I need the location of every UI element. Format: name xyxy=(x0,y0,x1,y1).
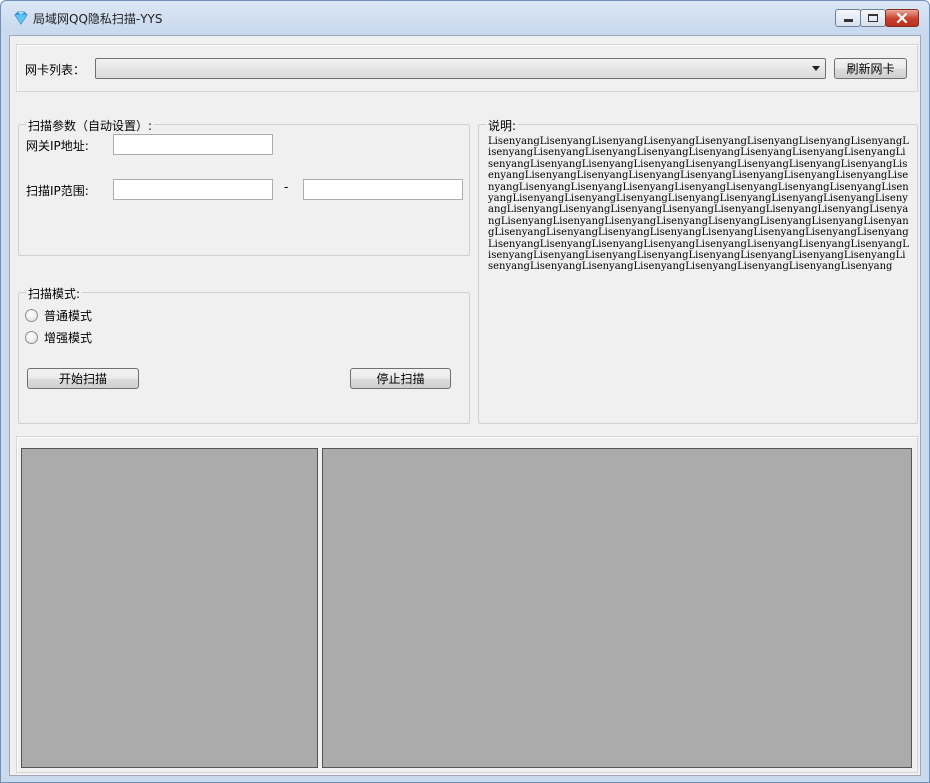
host-list-pane[interactable] xyxy=(21,448,318,768)
results-panel xyxy=(16,436,918,773)
scan-range-label: 扫描IP范围: xyxy=(26,184,89,198)
description-title: 说明: xyxy=(486,117,519,134)
gateway-label: 网关IP地址: xyxy=(26,139,89,153)
client-area: 网卡列表： 刷新网卡 扫描参数（自动设置）: 网关IP地址: 扫描IP范围: -… xyxy=(9,35,921,776)
maximize-icon xyxy=(868,14,878,22)
range-start-input[interactable] xyxy=(113,179,273,200)
refresh-adapter-button[interactable]: 刷新网卡 xyxy=(834,58,907,79)
radio-normal-label: 普通模式 xyxy=(44,309,93,323)
app-window: 局域网QQ隐私扫描-YYS 网卡列表： 刷新网卡 扫描参数（自动设置）: 网关I… xyxy=(0,0,930,783)
title-bar[interactable]: 局域网QQ隐私扫描-YYS xyxy=(1,1,929,35)
scan-mode-title: 扫描模式: xyxy=(26,285,83,302)
range-separator: - xyxy=(284,180,289,194)
range-end-input[interactable] xyxy=(303,179,463,200)
adapter-label: 网卡列表： xyxy=(25,63,86,77)
close-button[interactable] xyxy=(885,9,919,27)
diamond-icon xyxy=(14,11,28,25)
scan-params-title: 扫描参数（自动设置）: xyxy=(26,117,155,134)
radio-normal-mode[interactable]: 普通模式 xyxy=(25,307,92,324)
adapter-panel: 网卡列表： 刷新网卡 xyxy=(16,44,918,92)
description-text: LisenyangLisenyangLisenyangLisenyangLise… xyxy=(488,136,909,273)
radio-circle-icon xyxy=(25,309,38,322)
gateway-ip-input[interactable] xyxy=(113,134,273,155)
window-title: 局域网QQ隐私扫描-YYS xyxy=(33,12,163,26)
radio-circle-icon xyxy=(25,331,38,344)
scan-params-group: 扫描参数（自动设置）: 网关IP地址: 扫描IP范围: - xyxy=(18,117,470,256)
radio-enhanced-label: 增强模式 xyxy=(44,331,93,345)
caption-buttons xyxy=(835,9,919,27)
minimize-icon xyxy=(843,19,853,22)
minimize-button[interactable] xyxy=(835,9,861,27)
result-detail-pane[interactable] xyxy=(322,448,912,768)
radio-enhanced-mode[interactable]: 增强模式 xyxy=(25,329,92,346)
scan-mode-group: 扫描模式: 普通模式 增强模式 开始扫描 停止扫描 xyxy=(18,285,470,424)
close-icon xyxy=(896,13,908,23)
stop-scan-button[interactable]: 停止扫描 xyxy=(350,368,451,389)
maximize-button[interactable] xyxy=(860,9,886,27)
adapter-combobox[interactable] xyxy=(95,58,826,79)
chevron-down-icon xyxy=(812,66,820,71)
start-scan-button[interactable]: 开始扫描 xyxy=(27,368,139,389)
